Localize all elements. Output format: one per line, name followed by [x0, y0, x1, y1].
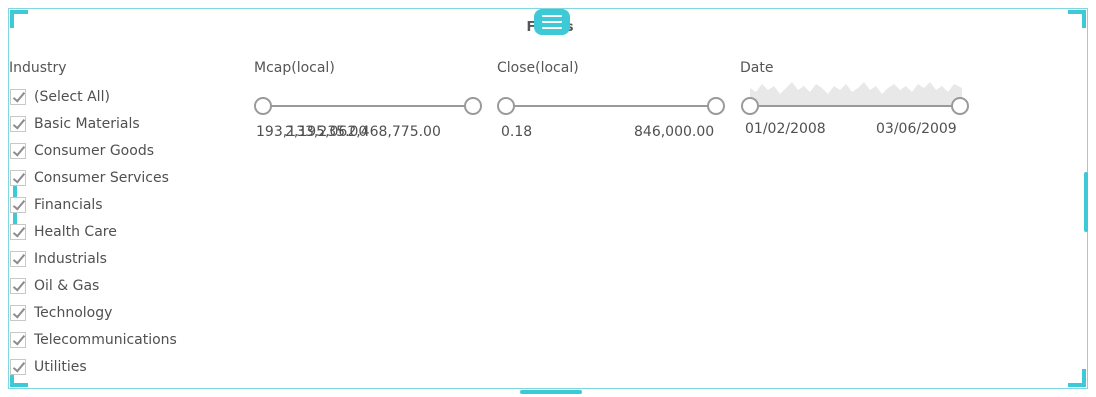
mcap-slider-track[interactable] — [264, 105, 474, 107]
mcap-min-handle[interactable] — [254, 97, 272, 115]
checkbox-checked-icon[interactable] — [10, 169, 26, 186]
list-item[interactable]: Financials — [10, 191, 177, 218]
industry-item-label: Telecommunications — [34, 331, 177, 348]
date-label: Date — [740, 60, 774, 76]
date-min-value: 01/02/2008 — [745, 121, 826, 137]
drag-handle-icon[interactable] — [534, 9, 570, 35]
date-max-handle[interactable] — [951, 97, 969, 115]
industry-item-label: Health Care — [34, 223, 117, 240]
industry-item-label: Financials — [34, 196, 103, 213]
checkbox-checked-icon[interactable] — [10, 223, 26, 240]
checkbox-checked-icon[interactable] — [10, 88, 26, 105]
close-max-handle[interactable] — [707, 97, 725, 115]
date-max-value: 03/06/2009 — [876, 121, 957, 137]
industry-label: Industry — [9, 60, 67, 76]
date-histogram-sparkline — [750, 82, 962, 106]
industry-item-label: Utilities — [34, 358, 87, 375]
industry-item-label: Consumer Goods — [34, 142, 154, 159]
checkbox-checked-icon[interactable] — [10, 304, 26, 321]
industry-item-label: Industrials — [34, 250, 107, 267]
industry-item-label: (Select All) — [34, 88, 110, 105]
list-item[interactable]: Consumer Goods — [10, 137, 177, 164]
industry-item-label: Technology — [34, 304, 113, 321]
date-slider-track[interactable] — [750, 105, 960, 107]
industry-list: (Select All) Basic Materials Consumer Go… — [10, 83, 177, 380]
close-label: Close(local) — [497, 60, 579, 76]
checkbox-checked-icon[interactable] — [10, 358, 26, 375]
checkbox-checked-icon[interactable] — [10, 142, 26, 159]
list-item[interactable]: Telecommunications — [10, 326, 177, 353]
industry-item-label: Basic Materials — [34, 115, 140, 132]
mcap-max-value: 2,195,062,468,775.00 — [285, 124, 441, 140]
resize-corner-top-right[interactable] — [1068, 10, 1086, 28]
close-max-value: 846,000.00 — [634, 124, 715, 140]
list-item[interactable]: Consumer Services — [10, 164, 177, 191]
checkbox-checked-icon[interactable] — [10, 250, 26, 267]
mcap-max-handle[interactable] — [464, 97, 482, 115]
checkbox-checked-icon[interactable] — [10, 331, 26, 348]
checkbox-checked-icon[interactable] — [10, 277, 26, 294]
resize-handle-bottom[interactable] — [520, 390, 582, 394]
list-item[interactable]: Health Care — [10, 218, 177, 245]
industry-item-label: Oil & Gas — [34, 277, 100, 294]
list-item[interactable]: Technology — [10, 299, 177, 326]
resize-corner-top-left[interactable] — [10, 10, 28, 28]
industry-item-label: Consumer Services — [34, 169, 169, 186]
list-item[interactable]: Oil & Gas — [10, 272, 177, 299]
date-min-handle[interactable] — [741, 97, 759, 115]
list-item[interactable]: Industrials — [10, 245, 177, 272]
list-item[interactable]: Basic Materials — [10, 110, 177, 137]
mcap-label: Mcap(local) — [254, 60, 335, 76]
list-item[interactable]: (Select All) — [10, 83, 177, 110]
close-min-value: 0.18 — [501, 124, 533, 140]
resize-handle-right[interactable] — [1084, 172, 1088, 232]
close-min-handle[interactable] — [497, 97, 515, 115]
close-slider-track[interactable] — [507, 105, 717, 107]
checkbox-checked-icon[interactable] — [10, 196, 26, 213]
checkbox-checked-icon[interactable] — [10, 115, 26, 132]
resize-corner-bottom-right[interactable] — [1068, 369, 1086, 387]
list-item[interactable]: Utilities — [10, 353, 177, 380]
